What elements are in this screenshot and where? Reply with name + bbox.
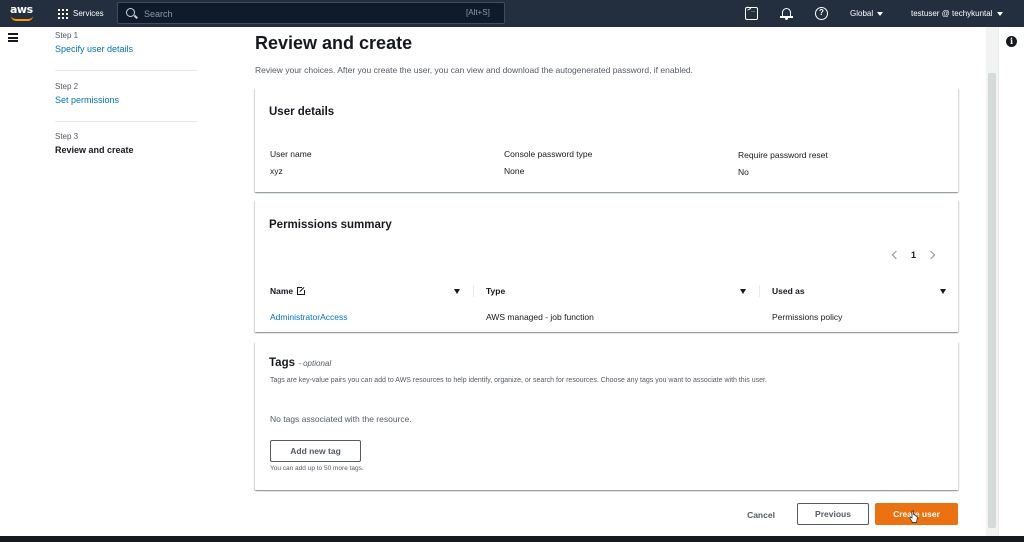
aws-logo[interactable]: aws [10,3,36,23]
account-menu[interactable]: testuser @ techykuntal [911,9,1003,18]
top-navigation: aws Services [Alt+S] ? Global testuser @… [0,0,1024,27]
tags-heading-label: Tags [269,357,295,369]
step-current-review-and-create: Review and create [55,145,134,155]
account-label: testuser @ techykuntal [911,9,993,18]
policy-type-cell: AWS managed - job function [486,312,594,322]
policy-link-administratoraccess[interactable]: AdministratorAccess [270,312,347,322]
user-details-panel: User details User name xyz Console passw… [255,88,958,192]
step-divider [55,70,197,71]
add-new-tag-button[interactable]: Add new tag [270,440,361,462]
step-number: Step 2 [55,82,79,91]
step-number: Step 1 [55,31,79,40]
column-divider [473,285,474,297]
search-shortcut: [Alt+S] [466,8,490,17]
step-divider [55,121,197,122]
wizard-step-2: Step 2 Set permissions [55,82,205,105]
sort-icon[interactable] [940,289,946,294]
cursor-icon [909,510,918,523]
sort-icon[interactable] [740,289,746,294]
column-header-name[interactable]: Name [270,286,307,296]
page-title: Review and create [255,33,413,53]
password-reset-label: Require password reset [738,150,828,160]
user-name-label: User name [270,149,312,159]
column-header-type[interactable]: Type [486,286,505,296]
chevron-right-icon[interactable] [926,250,936,260]
column-divider [759,285,760,297]
user-details-heading: User details [269,106,335,118]
password-type-value: None [504,166,525,176]
aws-logo-text: aws [10,3,33,16]
column-header-name-label: Name [270,286,294,296]
previous-button[interactable]: Previous [797,503,869,525]
password-reset-value: No [738,167,749,177]
tags-optional-label: - optional [298,359,332,368]
caret-down-icon [877,11,884,16]
services-menu[interactable]: Services [58,6,104,21]
tags-description: Tags are key-value pairs you can add to … [270,377,767,384]
bell-icon[interactable] [780,7,793,20]
step-link-specify-user-details[interactable]: Specify user details [55,44,205,54]
bottom-bar [0,536,1024,542]
grid-icon [58,8,68,19]
scrollbar-thumb[interactable] [988,73,996,528]
region-label: Global [850,9,874,18]
policy-used-as-cell: Permissions policy [772,312,843,322]
search-box[interactable]: [Alt+S] [117,2,505,24]
region-selector[interactable]: Global [850,9,884,18]
hamburger-icon[interactable] [8,33,18,42]
page-number[interactable]: 1 [911,250,916,260]
info-icon[interactable]: i [1006,36,1017,47]
tags-heading: Tags - optional [269,357,331,369]
wizard-step-3: Step 3 Review and create [55,132,205,155]
no-tags-message: No tags associated with the resource. [270,414,412,424]
help-panel-rail [998,27,1024,542]
pagination: 1 [891,250,936,260]
search-input[interactable] [144,7,444,20]
permissions-summary-heading: Permissions summary [269,219,392,231]
user-name-value: xyz [270,166,283,176]
chevron-left-icon[interactable] [891,250,901,260]
sort-icon[interactable] [454,289,460,294]
search-icon [126,8,135,17]
permissions-summary-panel: Permissions summary [255,200,958,332]
services-label: Services [73,9,104,18]
aws-smile-icon [11,16,33,21]
cancel-button[interactable]: Cancel [735,504,787,526]
password-type-label: Console password type [504,149,593,159]
column-header-used-as[interactable]: Used as [772,286,805,296]
step-link-set-permissions[interactable]: Set permissions [55,95,205,105]
external-link-icon [297,286,307,295]
help-icon[interactable]: ? [815,7,828,20]
caret-down-icon [996,11,1003,16]
step-number: Step 3 [55,132,79,141]
page-description: Review your choices. After you create th… [255,65,694,75]
tags-limit-hint: You can add up to 50 more tags. [270,465,364,472]
wizard-step-1: Step 1 Specify user details [55,31,205,54]
cloudshell-icon[interactable] [745,6,758,20]
